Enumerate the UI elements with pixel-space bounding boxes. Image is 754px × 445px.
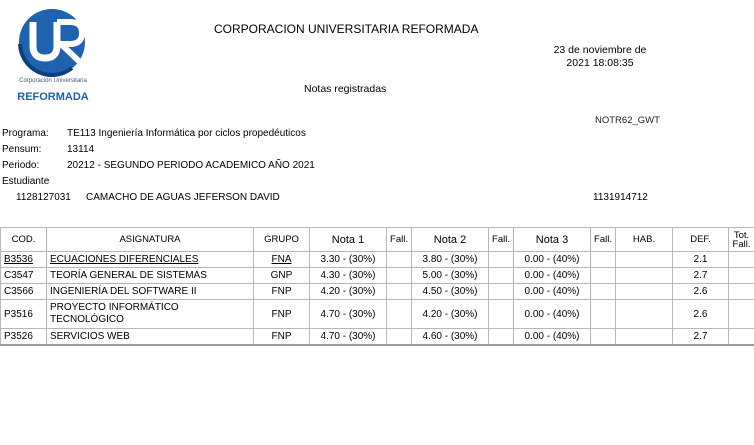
nota3-cell: 0.00 - (40%) — [513, 267, 591, 284]
nota2-cell: 3.80 - (30%) — [411, 251, 489, 268]
group-link[interactable]: FNA — [253, 251, 310, 268]
table-row: P3526 SERVICIOS WEB FNP 4.70 - (30%) 4.6… — [0, 328, 754, 346]
fall1-cell — [386, 251, 412, 268]
report-date: 23 de noviembre de 2021 18:08:35 — [520, 44, 680, 70]
report-code: NOTR62_GWT — [595, 115, 660, 126]
fall1-cell — [386, 267, 412, 284]
tot-fall-cell — [728, 299, 754, 329]
nota1-cell: 4.70 - (30%) — [309, 328, 387, 346]
def-cell: 2.6 — [672, 283, 729, 300]
course-code: P3526 — [0, 328, 47, 346]
nota1-cell: 4.70 - (30%) — [309, 299, 387, 329]
tot-fall-cell — [728, 251, 754, 268]
header-asignatura: ASIGNATURA — [46, 227, 254, 252]
programa-value: TE113 Ingeniería Informática por ciclos … — [67, 128, 306, 139]
fall3-cell — [590, 328, 616, 346]
student-document: 1131914712 — [593, 192, 648, 203]
fall2-cell — [488, 283, 514, 300]
pensum-value: 13114 — [67, 144, 95, 155]
def-cell: 2.7 — [672, 267, 729, 284]
nota3-cell: 0.00 - (40%) — [513, 299, 591, 329]
periodo-value: 20212 - SEGUNDO PERIODO ACADEMICO AÑO 20… — [67, 160, 315, 171]
def-cell: 2.7 — [672, 328, 729, 346]
nota2-cell: 5.00 - (30%) — [411, 267, 489, 284]
table-header-row: COD. ASIGNATURA GRUPO Nota 1 Fall. Nota … — [0, 227, 754, 252]
header-def: DEF. — [672, 227, 729, 252]
fall3-cell — [590, 267, 616, 284]
fall1-cell — [386, 328, 412, 346]
header-fall1: Fall. — [386, 227, 412, 252]
tot-fall-cell — [728, 267, 754, 284]
table-row: C3566 INGENIERÍA DEL SOFTWARE II FNP 4.2… — [0, 283, 754, 300]
fall3-cell — [590, 283, 616, 300]
fall2-cell — [488, 299, 514, 329]
course-name-link[interactable]: ECUACIONES DIFERENCIALES — [46, 251, 254, 268]
group-cell: FNP — [253, 299, 310, 329]
nota1-cell: 4.20 - (30%) — [309, 283, 387, 300]
student-id: 1128127031 — [16, 192, 71, 203]
header-nota3: Nota 3 — [513, 227, 591, 252]
periodo-label: Periodo: — [2, 160, 40, 171]
student-name: CAMACHO DE AGUAS JEFERSON DAVID — [86, 192, 280, 203]
course-name: SERVICIOS WEB — [46, 328, 254, 346]
hab-cell — [615, 251, 673, 268]
course-code: P3516 — [0, 299, 47, 329]
header-fall3: Fall. — [590, 227, 616, 252]
hab-cell — [615, 299, 673, 329]
university-logo — [18, 9, 87, 78]
group-cell: FNP — [253, 328, 310, 346]
report-subtitle: Notas registradas — [304, 83, 387, 95]
hab-cell — [615, 267, 673, 284]
nota3-cell: 0.00 - (40%) — [513, 328, 591, 346]
hab-cell — [615, 328, 673, 346]
tot-fall-cell — [728, 328, 754, 346]
table-row: B3536 ECUACIONES DIFERENCIALES FNA 3.30 … — [0, 251, 754, 268]
group-cell: FNP — [253, 283, 310, 300]
programa-label: Programa: — [2, 128, 49, 139]
group-cell: GNP — [253, 267, 310, 284]
nota3-cell: 0.00 - (40%) — [513, 283, 591, 300]
nota1-cell: 3.30 - (30%) — [309, 251, 387, 268]
page-title: CORPORACION UNIVERSITARIA REFORMADA — [214, 22, 479, 36]
header-cod: COD. — [0, 227, 47, 252]
nota1-cell: 4.30 - (30%) — [309, 267, 387, 284]
course-name: INGENIERÍA DEL SOFTWARE II — [46, 283, 254, 300]
pensum-label: Pensum: — [2, 144, 42, 155]
nota2-cell: 4.60 - (30%) — [411, 328, 489, 346]
fall2-cell — [488, 328, 514, 346]
table-row: P3516 PROYECTO INFORMÁTICO TECNOLÓGICO F… — [0, 299, 754, 329]
header-tot-fall: Tot. Fall. — [728, 227, 754, 252]
header-hab: HAB. — [615, 227, 673, 252]
header-nota2: Nota 2 — [411, 227, 489, 252]
course-name: PROYECTO INFORMÁTICO TECNOLÓGICO — [46, 299, 254, 329]
nota2-cell: 4.20 - (30%) — [411, 299, 489, 329]
course-code: C3566 — [0, 283, 47, 300]
nota2-cell: 4.50 - (30%) — [411, 283, 489, 300]
fall2-cell — [488, 251, 514, 268]
course-code: C3547 — [0, 267, 47, 284]
tot-fall-cell — [728, 283, 754, 300]
header-grupo: GRUPO — [253, 227, 310, 252]
fall2-cell — [488, 267, 514, 284]
def-cell: 2.6 — [672, 299, 729, 329]
table-row: C3547 TEORÍA GENERAL DE SISTEMAS GNP 4.3… — [0, 267, 754, 284]
fall3-cell — [590, 251, 616, 268]
estudiante-label: Estudiante — [2, 176, 50, 187]
fall1-cell — [386, 283, 412, 300]
grades-table: COD. ASIGNATURA GRUPO Nota 1 Fall. Nota … — [0, 227, 754, 346]
def-cell: 2.1 — [672, 251, 729, 268]
date-line-1: 23 de noviembre de — [553, 44, 647, 56]
date-line-2: 2021 18:08:35 — [566, 57, 634, 69]
course-code-link[interactable]: B3536 — [0, 251, 47, 268]
header-fall2: Fall. — [488, 227, 514, 252]
logo-name: REFORMADA — [17, 91, 89, 103]
course-name: TEORÍA GENERAL DE SISTEMAS — [46, 267, 254, 284]
header-nota1: Nota 1 — [309, 227, 387, 252]
fall3-cell — [590, 299, 616, 329]
logo-subtitle: Corporación Universitaria — [19, 78, 87, 84]
hab-cell — [615, 283, 673, 300]
fall1-cell — [386, 299, 412, 329]
nota3-cell: 0.00 - (40%) — [513, 251, 591, 268]
